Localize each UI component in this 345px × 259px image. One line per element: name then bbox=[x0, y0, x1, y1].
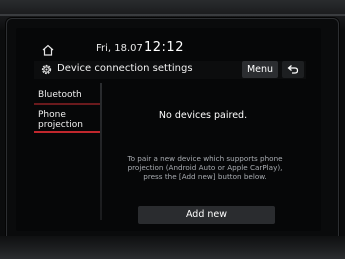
empty-state-message: No devices paired. bbox=[158, 110, 248, 121]
sidebar: Bluetooth Phone projection bbox=[34, 83, 102, 220]
sidebar-item-label: Bluetooth bbox=[38, 90, 82, 100]
add-new-button[interactable]: Add new bbox=[138, 206, 275, 224]
pairing-instructions: To pair a new device which supports phon… bbox=[127, 154, 283, 181]
home-button[interactable] bbox=[38, 40, 58, 60]
selected-indicator bbox=[34, 131, 100, 133]
sidebar-item-phone-projection[interactable]: Phone projection bbox=[34, 107, 100, 133]
status-date: Fri, 18.07 bbox=[96, 43, 143, 54]
dashboard-trim-line bbox=[0, 14, 345, 16]
sidebar-item-bluetooth[interactable]: Bluetooth bbox=[34, 87, 100, 105]
menu-button[interactable]: Menu bbox=[242, 61, 278, 78]
status-bar: Fri, 18.07 12:12 bbox=[34, 39, 304, 61]
back-button[interactable] bbox=[282, 61, 304, 78]
infotainment-screen: Fri, 18.07 12:12 Device connection setti… bbox=[16, 28, 321, 231]
sidebar-item-label: Phone projection bbox=[38, 110, 83, 130]
page-title: Device connection settings bbox=[57, 63, 193, 74]
sidebar-item-divider bbox=[34, 103, 100, 105]
back-arrow-icon bbox=[287, 65, 299, 74]
status-time: 12:12 bbox=[144, 40, 184, 55]
dashboard-trim-bottom bbox=[0, 236, 345, 259]
gear-icon bbox=[41, 64, 52, 75]
title-bar: Device connection settings Menu bbox=[34, 61, 306, 79]
main-panel: No devices paired. To pair a new device … bbox=[102, 83, 304, 226]
home-icon bbox=[42, 44, 54, 56]
